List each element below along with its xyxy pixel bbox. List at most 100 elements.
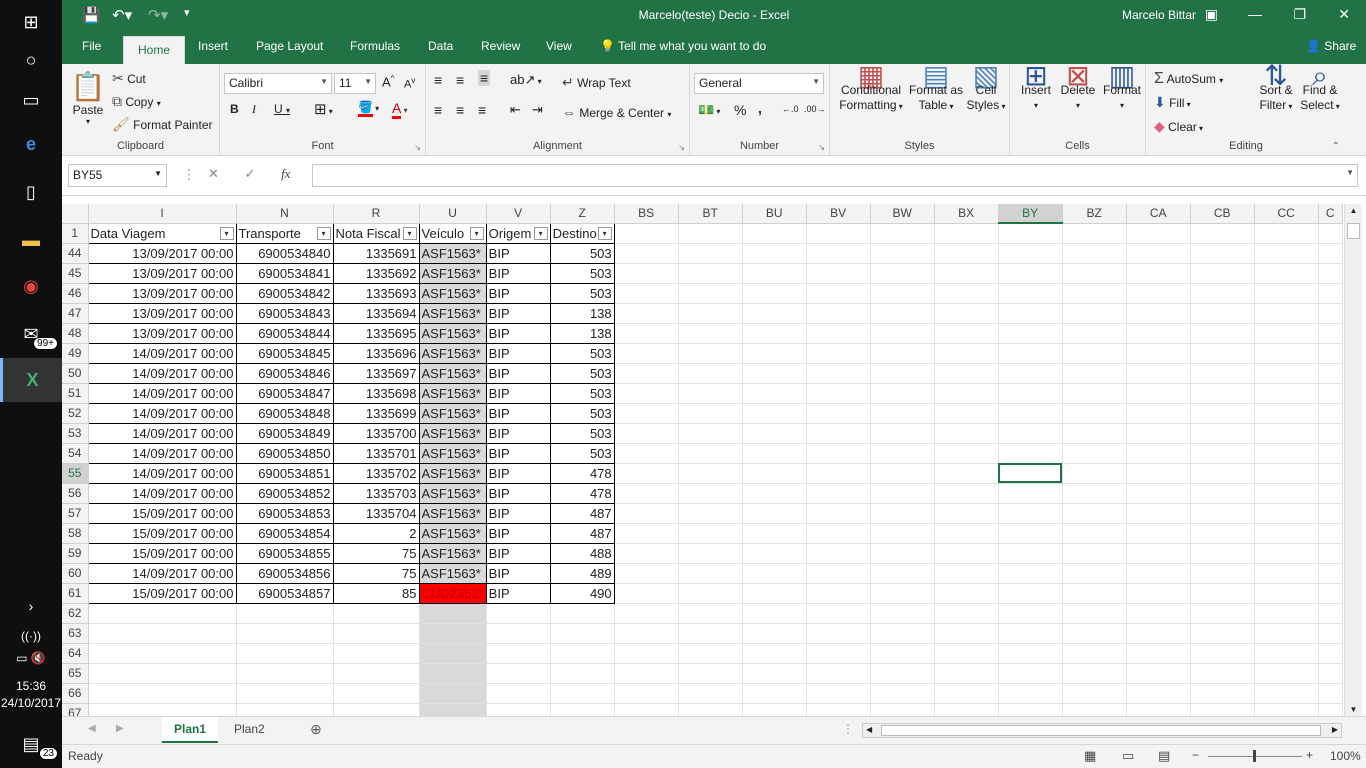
- cell[interactable]: [998, 283, 1063, 304]
- cell[interactable]: [870, 643, 935, 664]
- column-header-bt[interactable]: BT: [678, 204, 743, 224]
- row-header[interactable]: 55: [62, 463, 89, 484]
- row-header[interactable]: 58: [62, 523, 89, 544]
- cell[interactable]: [1318, 643, 1343, 664]
- cell[interactable]: CUD2352*: [418, 582, 487, 604]
- cell[interactable]: [1190, 543, 1255, 564]
- cell[interactable]: ASF1563*: [418, 562, 487, 584]
- normal-view-icon[interactable]: ▦: [1084, 748, 1096, 764]
- cell[interactable]: [742, 263, 807, 284]
- row-header[interactable]: 47: [62, 303, 89, 324]
- cell[interactable]: [806, 503, 871, 524]
- header-cell-origem[interactable]: Origem ▾: [485, 222, 551, 244]
- cell[interactable]: [1254, 583, 1319, 604]
- cell[interactable]: [614, 623, 679, 644]
- cell[interactable]: [486, 683, 551, 704]
- row-header[interactable]: 62: [62, 603, 89, 624]
- cell[interactable]: [678, 483, 743, 504]
- cell[interactable]: 15/09/2017 00:00: [87, 542, 237, 564]
- cell[interactable]: [1062, 343, 1127, 364]
- cell[interactable]: [236, 643, 334, 664]
- cell[interactable]: [1190, 303, 1255, 324]
- cell[interactable]: [934, 303, 999, 324]
- cell[interactable]: 1335701: [332, 442, 420, 464]
- scroll-left-icon[interactable]: ◀: [866, 725, 872, 734]
- cell[interactable]: [1318, 423, 1343, 444]
- page-break-view-icon[interactable]: ▤: [1158, 748, 1170, 764]
- cell[interactable]: [998, 523, 1063, 544]
- cell[interactable]: 6900534848: [235, 402, 334, 424]
- cell[interactable]: [614, 683, 679, 704]
- cell[interactable]: [806, 283, 871, 304]
- cell[interactable]: [333, 683, 420, 704]
- cell[interactable]: [419, 643, 487, 664]
- dialog-launcher-icon[interactable]: ↘: [414, 143, 421, 152]
- cell[interactable]: [1254, 503, 1319, 524]
- cell[interactable]: [678, 263, 743, 284]
- cell[interactable]: [1126, 663, 1191, 684]
- cell[interactable]: [1126, 263, 1191, 284]
- align-center-icon[interactable]: ≡: [456, 102, 464, 118]
- cell[interactable]: [806, 343, 871, 364]
- tab-file[interactable]: File: [82, 39, 101, 53]
- underline-button[interactable]: U ▾: [274, 102, 290, 116]
- cell[interactable]: [236, 703, 334, 716]
- cell[interactable]: [678, 663, 743, 684]
- cell[interactable]: [998, 363, 1063, 384]
- cell[interactable]: [1254, 543, 1319, 564]
- cell[interactable]: [1318, 323, 1343, 344]
- cell[interactable]: [678, 243, 743, 264]
- cell[interactable]: [998, 223, 1063, 244]
- cell[interactable]: [1254, 443, 1319, 464]
- cell[interactable]: [998, 483, 1063, 504]
- cell[interactable]: [678, 683, 743, 704]
- cell[interactable]: [742, 483, 807, 504]
- cell[interactable]: [419, 623, 487, 644]
- cell[interactable]: [1190, 623, 1255, 644]
- cell[interactable]: [614, 403, 679, 424]
- cell[interactable]: [1062, 683, 1127, 704]
- cell[interactable]: [550, 603, 615, 624]
- cell[interactable]: [806, 223, 871, 244]
- cell[interactable]: [678, 643, 743, 664]
- column-header-cb[interactable]: CB: [1190, 204, 1255, 224]
- cell[interactable]: BIP: [485, 342, 551, 364]
- cell[interactable]: [678, 603, 743, 624]
- insert-function-button[interactable]: fx: [281, 166, 290, 181]
- cell[interactable]: [870, 623, 935, 644]
- format-painter-button[interactable]: 🖌 Format Painter: [112, 116, 212, 133]
- cell[interactable]: [614, 243, 679, 264]
- cell[interactable]: [1062, 483, 1127, 504]
- cell[interactable]: [550, 703, 615, 716]
- cell[interactable]: 6900534855: [235, 542, 334, 564]
- cell[interactable]: [678, 383, 743, 404]
- cell[interactable]: [1190, 283, 1255, 304]
- cell[interactable]: [678, 583, 743, 604]
- active-cell[interactable]: [998, 463, 1063, 484]
- cell[interactable]: [1062, 603, 1127, 624]
- cell[interactable]: [333, 623, 420, 644]
- cell[interactable]: 138: [549, 322, 615, 344]
- cell[interactable]: [742, 663, 807, 684]
- cell[interactable]: [934, 523, 999, 544]
- tab-home[interactable]: Home: [123, 36, 186, 64]
- cell[interactable]: [486, 703, 551, 716]
- cell[interactable]: [1126, 463, 1191, 484]
- cell[interactable]: ASF1563*: [418, 282, 487, 304]
- cell[interactable]: [998, 323, 1063, 344]
- battery-volume-icon[interactable]: ▭ 🔇: [0, 636, 62, 680]
- cell[interactable]: [550, 623, 615, 644]
- cell[interactable]: [1126, 323, 1191, 344]
- cell[interactable]: 503: [549, 342, 615, 364]
- cell[interactable]: [806, 443, 871, 464]
- cell[interactable]: [870, 463, 935, 484]
- row-header[interactable]: 56: [62, 483, 89, 504]
- cell[interactable]: BIP: [485, 442, 551, 464]
- cell[interactable]: [998, 263, 1063, 284]
- cell[interactable]: 503: [549, 282, 615, 304]
- tell-me-box[interactable]: 💡 Tell me what you want to do: [600, 39, 766, 53]
- cell[interactable]: [486, 663, 551, 684]
- cell[interactable]: ASF1563*: [418, 382, 487, 404]
- cell[interactable]: 13/09/2017 00:00: [87, 262, 237, 284]
- close-icon[interactable]: ✕: [1338, 6, 1350, 23]
